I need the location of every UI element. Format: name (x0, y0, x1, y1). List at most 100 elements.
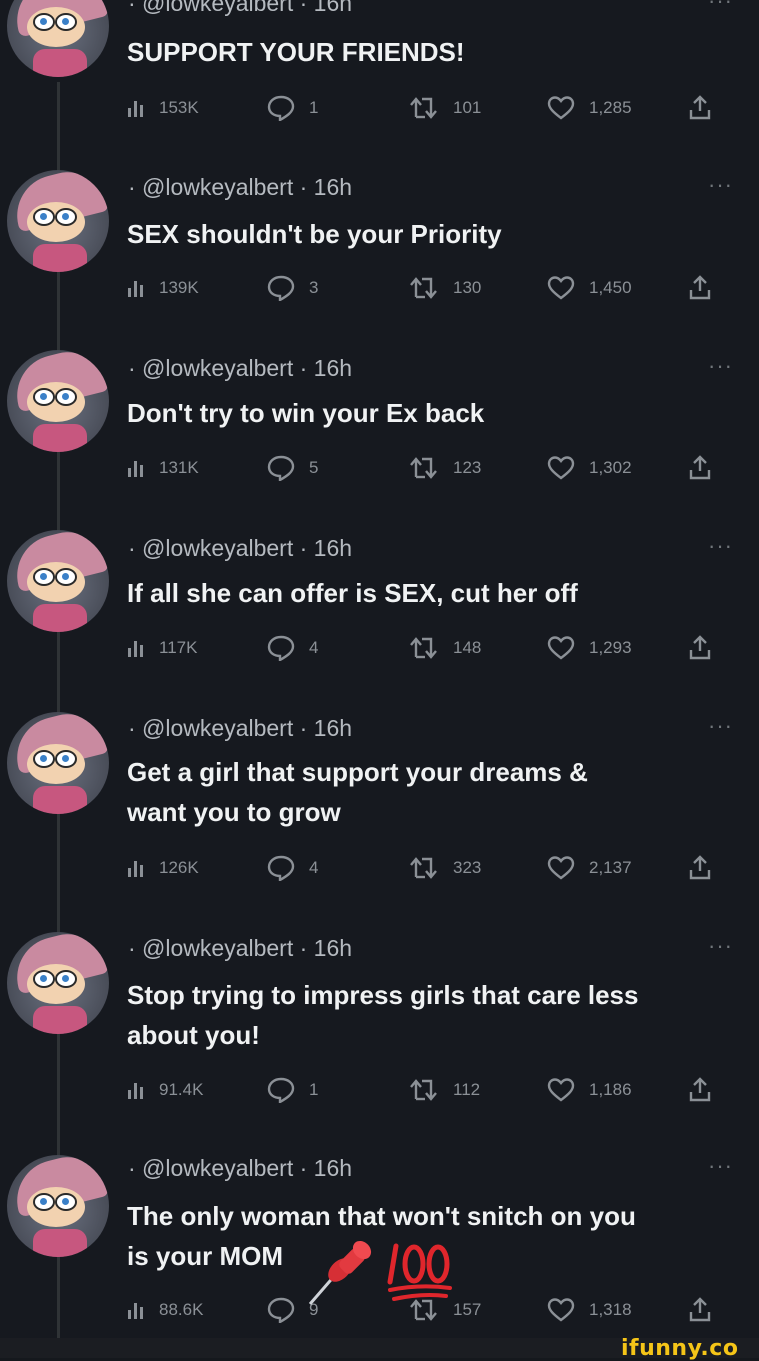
retweet-button[interactable]: 323 (409, 852, 481, 884)
like-button[interactable]: 1,318 (547, 1294, 632, 1326)
share-icon (688, 1297, 712, 1323)
share-button[interactable] (688, 1294, 712, 1326)
retweet-button[interactable]: 130 (409, 272, 481, 304)
reply-button[interactable]: 3 (267, 272, 318, 304)
share-icon (688, 1077, 712, 1103)
share-button[interactable] (688, 452, 712, 484)
reply-icon (267, 635, 295, 661)
avatar[interactable] (7, 350, 109, 452)
retweet-icon (409, 1078, 439, 1102)
like-button[interactable]: 1,186 (547, 1074, 632, 1106)
avatar[interactable] (7, 712, 109, 814)
more-options-button[interactable]: ··· (708, 713, 733, 739)
count-label: 4 (309, 638, 319, 657)
retweet-icon (409, 636, 439, 660)
like-button[interactable]: 1,293 (547, 632, 632, 664)
share-button[interactable] (688, 92, 712, 124)
count-label: 4 (309, 858, 319, 877)
reply-button[interactable]: 4 (267, 852, 318, 884)
retweet-button[interactable]: 123 (409, 452, 481, 484)
tweet-header[interactable]: · @lowkeyalbert · 16h (128, 355, 352, 382)
count-label: 1,293 (589, 638, 632, 657)
count-label: 139K (159, 278, 199, 297)
like-button[interactable]: 1,285 (547, 92, 632, 124)
tweet-text: Stop trying to impress girls that care l… (127, 980, 639, 1050)
count-label: 117K (159, 638, 198, 657)
hundred-points-emoji (387, 1243, 452, 1301)
like-icon (547, 95, 575, 121)
share-button[interactable] (688, 272, 712, 304)
count-label: 1 (309, 1080, 319, 1099)
reply-button[interactable]: 1 (267, 92, 318, 124)
reply-icon (267, 455, 295, 481)
more-options-button[interactable]: ··· (708, 1153, 733, 1179)
views-icon (127, 1080, 145, 1100)
reply-button[interactable]: 5 (267, 452, 318, 484)
tweet-header[interactable]: · @lowkeyalbert · 16h (128, 715, 352, 742)
avatar[interactable] (7, 170, 109, 272)
avatar[interactable] (7, 932, 109, 1034)
views-icon (127, 638, 145, 658)
retweet-icon (409, 276, 439, 300)
views-button[interactable]: 131K (127, 452, 199, 484)
like-button[interactable]: 1,450 (547, 272, 632, 304)
share-icon (688, 275, 712, 301)
share-icon (688, 635, 712, 661)
tweet-header[interactable]: · @lowkeyalbert · 16h (128, 1155, 352, 1182)
avatar[interactable] (7, 530, 109, 632)
views-button[interactable]: 139K (127, 272, 199, 304)
count-label: 5 (309, 458, 319, 477)
views-icon (127, 1300, 145, 1320)
retweet-icon (409, 96, 439, 120)
count-label: 153K (159, 98, 199, 117)
share-button[interactable] (688, 1074, 712, 1106)
reply-button[interactable]: 4 (267, 632, 318, 664)
share-icon (688, 855, 712, 881)
reply-icon (267, 95, 295, 121)
count-label: 101 (453, 98, 482, 117)
views-button[interactable]: 153K (127, 92, 199, 124)
tweet-actions: 131K 5 123 1,302 (127, 452, 727, 484)
reply-button[interactable]: 1 (267, 1074, 318, 1106)
tweet-header[interactable]: · @lowkeyalbert · 16h (128, 174, 352, 201)
avatar[interactable] (7, 1155, 109, 1257)
views-button[interactable]: 88.6K (127, 1294, 203, 1326)
count-label: 1,302 (589, 458, 632, 477)
retweet-icon (409, 856, 439, 880)
retweet-button[interactable]: 148 (409, 632, 481, 664)
ifunny-watermark: ifunny.co (621, 1336, 739, 1361)
share-button[interactable] (688, 852, 712, 884)
retweet-icon (409, 456, 439, 480)
more-options-button[interactable]: ··· (708, 933, 733, 959)
share-button[interactable] (688, 632, 712, 664)
tweet-text: Don't try to win your Ex back (127, 398, 485, 428)
thread-line (57, 812, 60, 950)
like-icon (547, 1077, 575, 1103)
tweet-text: If all she can offer is SEX, cut her off (127, 578, 578, 608)
like-icon (547, 1297, 575, 1323)
retweet-button[interactable]: 112 (409, 1074, 480, 1106)
retweet-button[interactable]: 101 (409, 92, 481, 124)
more-options-button[interactable]: ··· (708, 0, 733, 14)
avatar[interactable] (7, 0, 109, 77)
tweet-text: SUPPORT YOUR FRIENDS! (127, 37, 465, 67)
count-label: 91.4K (159, 1080, 204, 1099)
more-options-button[interactable]: ··· (708, 172, 733, 198)
like-icon (547, 455, 575, 481)
views-button[interactable]: 117K (127, 632, 197, 664)
tweet-header[interactable]: · @lowkeyalbert · 16h (128, 0, 352, 17)
like-button[interactable]: 2,137 (547, 852, 632, 884)
like-button[interactable]: 1,302 (547, 452, 632, 484)
more-options-button[interactable]: ··· (708, 353, 733, 379)
views-button[interactable]: 91.4K (127, 1074, 203, 1106)
reply-icon (267, 275, 295, 301)
tweet-header[interactable]: · @lowkeyalbert · 16h (128, 535, 352, 562)
share-icon (688, 95, 712, 121)
count-label: 130 (453, 278, 482, 297)
tweet-actions: 139K 3 130 1,450 (127, 272, 727, 304)
thread-line (57, 1256, 60, 1338)
tweet-header[interactable]: · @lowkeyalbert · 16h (128, 935, 352, 962)
reply-icon (267, 855, 295, 881)
views-button[interactable]: 126K (127, 852, 199, 884)
more-options-button[interactable]: ··· (708, 533, 733, 559)
